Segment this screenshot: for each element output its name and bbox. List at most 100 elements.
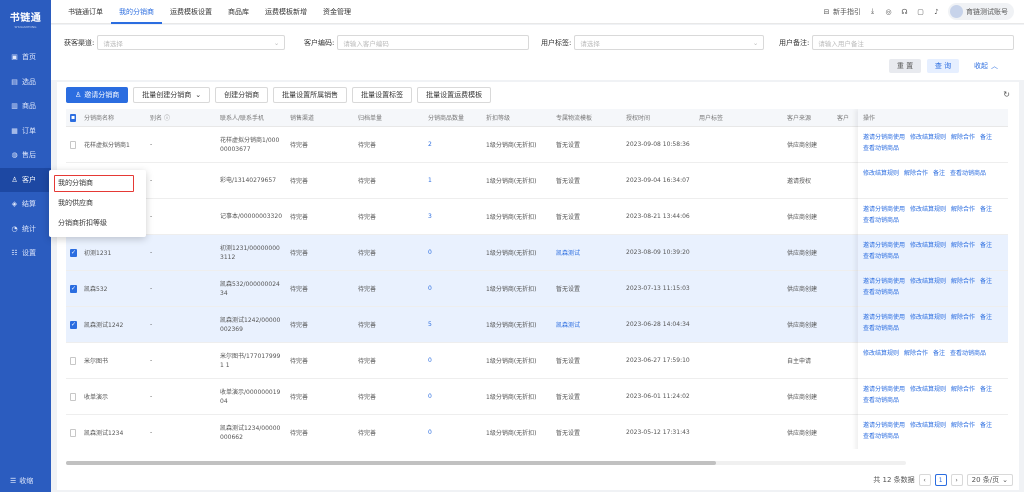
share-icon[interactable]: ◎ [884,7,893,16]
cell-count-text[interactable]: 0 [428,429,432,436]
row-checkbox[interactable]: ✓ [70,320,78,329]
collapse-filter-button[interactable]: 收起 ︿ [967,59,1005,73]
op-link[interactable]: 修改结算规则 [910,242,946,249]
user-menu[interactable]: 育链测试账号 [948,3,1014,20]
page-1-button[interactable]: 1 [934,474,947,486]
cell-count-text[interactable]: 1 [428,177,432,184]
download-icon[interactable]: ⤓ [868,7,877,16]
op-link[interactable]: 查看动销商品 [863,145,899,152]
batch-freight-button[interactable]: 批量设置运费模板 [417,87,492,103]
op-link[interactable]: 邀请分销商使用 [863,314,905,321]
op-link[interactable]: 备注 [980,422,992,429]
op-link[interactable]: 解除合作 [904,170,928,177]
op-link[interactable]: 查看动销商品 [863,253,899,260]
submenu-my-suppliers[interactable]: 我的供应商 [49,193,146,213]
op-link[interactable]: 查看动销商品 [863,289,899,296]
sidebar-item-settle[interactable]: ◈ 结算 [0,192,51,217]
sidebar-item-aftersale[interactable]: ◍ 售后 [0,143,51,168]
op-link[interactable]: 查看动销商品 [863,325,899,332]
scrollbar-thumb[interactable] [66,461,716,465]
row-checkbox[interactable] [70,392,76,401]
sidebar-item-settings[interactable]: ☷ 设置 [0,241,51,266]
document-icon[interactable]: ▢ [916,7,925,16]
row-checkbox[interactable] [70,428,76,437]
row-checkbox[interactable]: ✓ [70,248,78,257]
op-link[interactable]: 解除合作 [951,134,975,141]
cell-count-text[interactable]: 0 [428,357,432,364]
op-link[interactable]: 修改结算规则 [910,314,946,321]
submenu-my-distributors[interactable]: 我的分销商 [49,173,146,193]
bell-icon[interactable]: ♪ [932,7,941,16]
sidebar-item-customer[interactable]: ♙ 客户 [0,167,51,192]
cell-count-text[interactable]: 5 [428,321,432,328]
next-page-button[interactable]: › [950,474,963,486]
sidebar-item-stats[interactable]: ◔ 统计 [0,217,51,242]
op-link[interactable]: 查看动销商品 [863,433,899,440]
sidebar-collapse-button[interactable]: ☰ 收缩 [10,476,33,486]
reset-button[interactable]: 重 置 [889,59,921,73]
op-link[interactable]: 备注 [933,350,945,357]
op-link[interactable]: 修改结算规则 [910,134,946,141]
row-checkbox[interactable] [70,140,76,149]
channel-select[interactable]: 请选择 ⌄ [97,35,286,50]
code-input[interactable]: 请输入客户编码 [337,35,530,50]
remark-input[interactable]: 请输入用户备注 [812,35,1015,50]
cell-template-text[interactable]: 凯森测试 [556,320,580,329]
op-link[interactable]: 备注 [980,278,992,285]
invite-distributor-button[interactable]: ♙ 邀请分销商 [66,87,129,103]
op-link[interactable]: 修改结算规则 [910,278,946,285]
op-link[interactable]: 备注 [980,386,992,393]
tab-orders[interactable]: 书链通订单 [60,0,111,24]
op-link[interactable]: 解除合作 [951,206,975,213]
search-button[interactable]: 查 询 [927,59,959,73]
page-size-select[interactable]: 20 条/页 ⌄ [966,474,1013,486]
op-link[interactable]: 备注 [980,242,992,249]
op-link[interactable]: 查看动销商品 [863,397,899,404]
sidebar-item-select[interactable]: ▤ 选品 [0,70,51,95]
op-link[interactable]: 解除合作 [951,242,975,249]
submenu-discount-levels[interactable]: 分销商折扣等级 [49,213,146,233]
op-link[interactable]: 备注 [980,134,992,141]
sidebar-item-goods[interactable]: ▥ 商品 [0,94,51,119]
tab-goods-library[interactable]: 商品库 [220,0,257,24]
op-link[interactable]: 邀请分销商使用 [863,422,905,429]
cell-count-text[interactable]: 0 [428,249,432,256]
op-link[interactable]: 修改结算规则 [863,170,899,177]
tab-my-distributors[interactable]: 我的分销商 [111,0,162,24]
op-link[interactable]: 查看动销商品 [863,217,899,224]
batch-tag-button[interactable]: 批量设置标签 [352,87,413,103]
tab-freight-settings[interactable]: 运费模板设置 [162,0,220,24]
op-link[interactable]: 解除合作 [951,278,975,285]
horizontal-scrollbar[interactable] [66,461,906,465]
op-link[interactable]: 解除合作 [951,386,975,393]
select-all-checkbox[interactable]: ▪ [70,113,77,122]
row-checkbox[interactable]: ✓ [70,284,78,293]
batch-sales-button[interactable]: 批量设置所属销售 [273,87,348,103]
headset-icon[interactable]: ☊ [900,7,909,16]
op-link[interactable]: 解除合作 [951,422,975,429]
op-link[interactable]: 解除合作 [951,314,975,321]
cell-count-text[interactable]: 0 [428,393,432,400]
op-link[interactable]: 修改结算规则 [910,386,946,393]
op-link[interactable]: 备注 [980,206,992,213]
cell-count-text[interactable]: 3 [428,213,432,220]
cell-count-text[interactable]: 2 [428,141,432,148]
op-link[interactable]: 邀请分销商使用 [863,206,905,213]
refresh-icon[interactable]: ↻ [1003,90,1010,99]
op-link[interactable]: 修改结算规则 [910,422,946,429]
op-link[interactable]: 解除合作 [904,350,928,357]
op-link[interactable]: 修改结算规则 [863,350,899,357]
cell-template-text[interactable]: 凯森测试 [556,248,580,257]
guide-button[interactable]: ⊟ 新手指引 [822,7,861,17]
sidebar-item-home[interactable]: ▣ 首页 [0,45,51,70]
op-link[interactable]: 邀请分销商使用 [863,386,905,393]
op-link[interactable]: 备注 [933,170,945,177]
tag-select[interactable]: 请选择 ⌄ [574,35,765,50]
op-link[interactable]: 邀请分销商使用 [863,242,905,249]
prev-page-button[interactable]: ‹ [918,474,931,486]
batch-create-button[interactable]: 批量创建分销商 ⌄ [133,87,211,103]
op-link[interactable]: 查看动销商品 [950,350,986,357]
op-link[interactable]: 备注 [980,314,992,321]
op-link[interactable]: 邀请分销商使用 [863,278,905,285]
op-link[interactable]: 修改结算规则 [910,206,946,213]
